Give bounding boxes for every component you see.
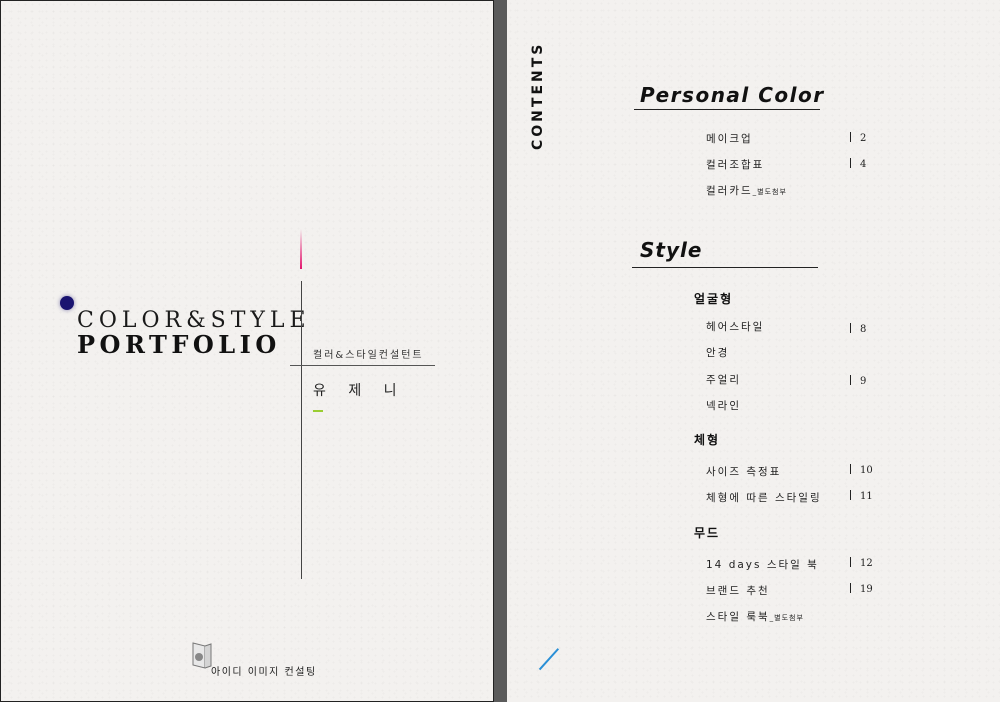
consultant-name: 유 제 니 <box>313 383 406 399</box>
toc-item: 14 days 스타일 북 <box>706 559 819 571</box>
section-personal-color: Personal Color <box>640 83 825 107</box>
toc-page-number: 11 <box>850 490 873 502</box>
toc-item: 컬러카드_별도첨부 <box>706 185 787 197</box>
toc-item: 안경 <box>706 347 730 359</box>
toc-page-number: 4 <box>850 158 866 170</box>
company-logo-icon <box>192 642 212 669</box>
toc-item: 브랜드 추천 <box>706 585 770 597</box>
cover-title-line2: PORTFOLIO <box>77 330 281 359</box>
toc-category-mood: 무드 <box>694 526 721 540</box>
toc-category-body: 체형 <box>694 433 721 447</box>
toc-item: 헤어스타일 <box>706 321 765 333</box>
toc-page-number: 19 <box>850 583 873 595</box>
toc-item: 컬러조합표 <box>706 159 765 171</box>
toc-category-face: 얼굴형 <box>694 292 734 306</box>
horizontal-divider <box>290 365 435 366</box>
toc-page-number: 9 <box>850 375 866 387</box>
vertical-divider <box>301 281 302 579</box>
cover-subtitle: 컬러&스타일컨설턴트 <box>313 350 424 361</box>
toc-item: 주얼리 <box>706 374 741 386</box>
pink-accent-line <box>300 229 302 269</box>
toc-item: 사이즈 측정표 <box>706 466 782 478</box>
section-style: Style <box>640 238 703 262</box>
contents-heading: CONTENTS <box>530 41 546 150</box>
toc-item: 메이크업 <box>706 133 753 145</box>
cover-page: COLOR&STYLE PORTFOLIO 컬러&스타일컨설턴트 유 제 니 아… <box>0 0 494 702</box>
toc-item: 스타일 룩북_별도첨부 <box>706 611 804 623</box>
section-underline <box>632 267 818 268</box>
green-accent-mark <box>313 410 323 412</box>
company-name: 아이디 이미지 컨설팅 <box>211 667 317 678</box>
toc-page-number: 2 <box>850 132 866 144</box>
toc-page-number: 10 <box>850 464 873 476</box>
accent-dot <box>60 296 74 310</box>
section-underline <box>634 109 820 110</box>
toc-item: 체형에 따른 스타일링 <box>706 492 822 504</box>
toc-page-number: 12 <box>850 557 873 569</box>
toc-item: 넥라인 <box>706 400 741 412</box>
toc-page-number: 8 <box>850 323 866 335</box>
